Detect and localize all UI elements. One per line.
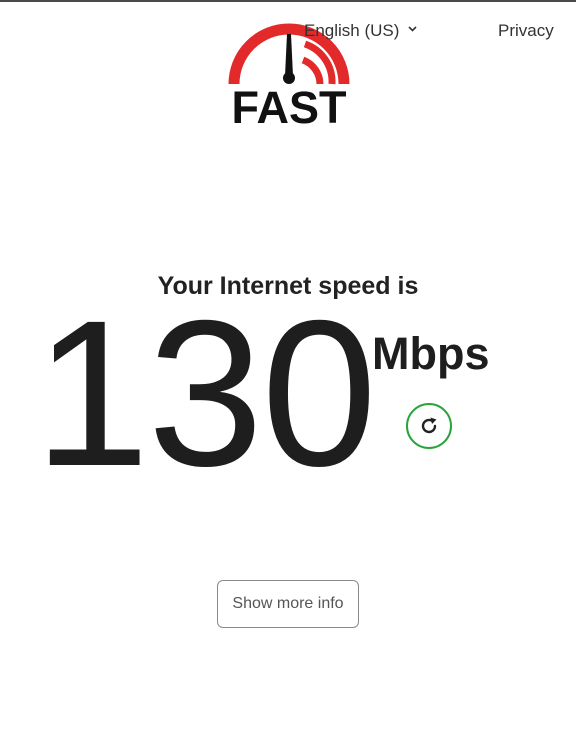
- show-more-info-button[interactable]: Show more info: [217, 580, 359, 628]
- page-header: FAST English (US) Privacy: [0, 0, 576, 140]
- privacy-link[interactable]: Privacy: [498, 19, 554, 43]
- language-selector[interactable]: English (US): [304, 19, 417, 43]
- refresh-button[interactable]: [406, 403, 452, 449]
- language-label: English (US): [304, 21, 400, 40]
- chevron-down-icon: [408, 23, 417, 35]
- logo-wordmark: FAST: [231, 82, 347, 133]
- speed-units: Mbps: [372, 328, 490, 379]
- speed-value: 130: [34, 278, 377, 510]
- refresh-icon: [421, 417, 437, 434]
